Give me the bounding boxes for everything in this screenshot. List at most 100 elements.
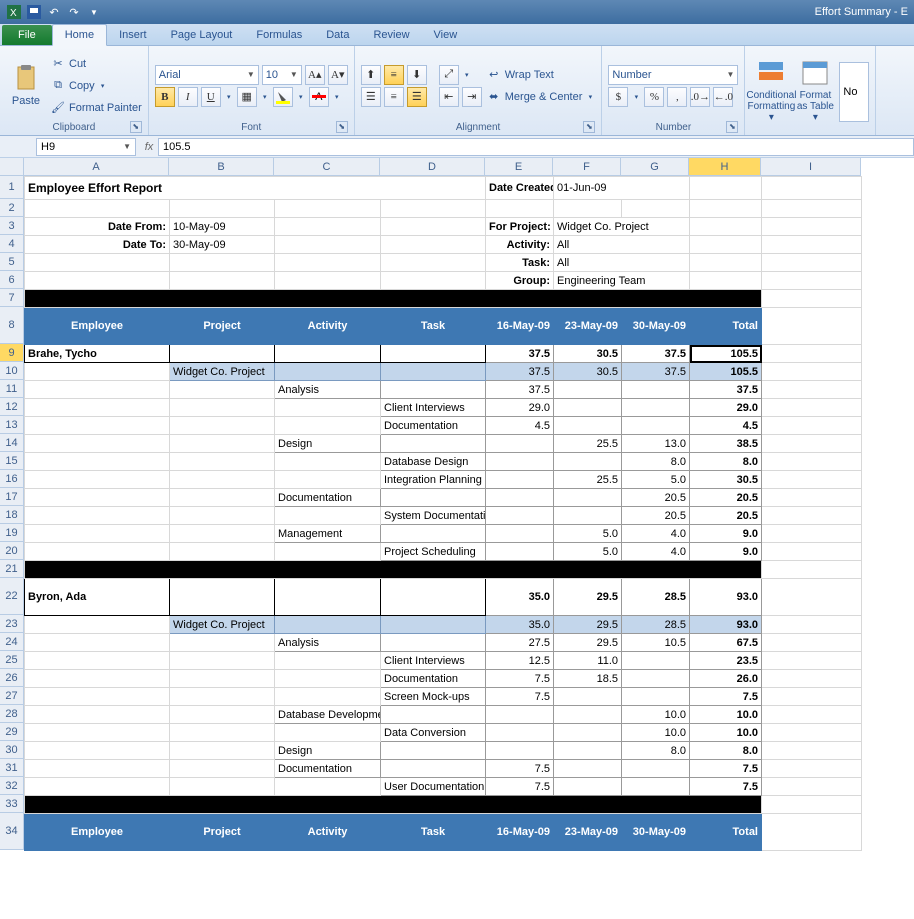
cell-styles-partial[interactable]: No xyxy=(839,62,869,122)
cell[interactable] xyxy=(381,200,486,218)
cell[interactable] xyxy=(622,381,690,399)
cell[interactable]: 20.5 xyxy=(622,507,690,525)
cell[interactable] xyxy=(690,254,762,272)
cell[interactable]: 4.5 xyxy=(690,417,762,435)
cell[interactable]: All xyxy=(554,254,690,272)
cell[interactable] xyxy=(170,634,275,652)
cell[interactable] xyxy=(381,381,486,399)
cell[interactable]: 29.0 xyxy=(690,399,762,417)
cell[interactable] xyxy=(170,706,275,724)
currency-button[interactable]: $ xyxy=(608,87,628,107)
cell[interactable]: User Documentation xyxy=(381,778,486,796)
cell[interactable] xyxy=(622,417,690,435)
cell[interactable] xyxy=(381,634,486,652)
cell[interactable] xyxy=(170,688,275,706)
cell[interactable] xyxy=(690,236,762,254)
cell[interactable] xyxy=(554,489,622,507)
cell[interactable] xyxy=(762,778,862,796)
cell[interactable] xyxy=(170,381,275,399)
increase-font-button[interactable]: A▴ xyxy=(305,65,325,85)
cell[interactable]: Analysis xyxy=(275,634,381,652)
cell[interactable] xyxy=(25,272,170,290)
cell[interactable]: 5.0 xyxy=(554,543,622,561)
row-header-3[interactable]: 3 xyxy=(0,217,24,235)
tab-page-layout[interactable]: Page Layout xyxy=(159,25,245,45)
name-box[interactable]: H9▼ xyxy=(36,138,136,156)
cell[interactable]: 30.5 xyxy=(554,345,622,363)
cell[interactable]: Database Development xyxy=(275,706,381,724)
cell[interactable] xyxy=(25,489,170,507)
cell[interactable] xyxy=(762,579,862,616)
cell[interactable]: 29.5 xyxy=(554,579,622,616)
cell[interactable]: Employee Effort Report xyxy=(25,177,381,200)
format-painter-button[interactable]: 🖌Format Painter xyxy=(50,98,142,118)
cell[interactable]: 10-May-09 xyxy=(170,218,275,236)
cell[interactable] xyxy=(762,236,862,254)
cell[interactable]: Date From: xyxy=(25,218,170,236)
cell[interactable]: 105.5 xyxy=(690,363,762,381)
cell[interactable] xyxy=(25,778,170,796)
cell[interactable] xyxy=(25,688,170,706)
cell[interactable] xyxy=(381,435,486,453)
cell[interactable] xyxy=(762,453,862,471)
row-header-34[interactable]: 34 xyxy=(0,813,24,850)
row-header-2[interactable]: 2 xyxy=(0,199,24,217)
cell[interactable] xyxy=(170,670,275,688)
cell[interactable]: Management xyxy=(275,525,381,543)
cell[interactable] xyxy=(275,417,381,435)
cell[interactable]: 29.5 xyxy=(554,616,622,634)
cell[interactable]: Project xyxy=(170,308,275,345)
tab-review[interactable]: Review xyxy=(361,25,421,45)
percent-button[interactable]: % xyxy=(644,87,664,107)
tab-file[interactable]: File xyxy=(2,25,52,45)
cell[interactable] xyxy=(762,272,862,290)
cell[interactable]: Project Scheduling xyxy=(381,543,486,561)
cell[interactable]: All xyxy=(554,236,690,254)
cell[interactable] xyxy=(762,489,862,507)
cell[interactable]: Total xyxy=(690,308,762,345)
cell[interactable] xyxy=(486,724,554,742)
cell[interactable]: 25.5 xyxy=(554,435,622,453)
cell[interactable] xyxy=(381,177,486,200)
cell[interactable]: 37.5 xyxy=(486,345,554,363)
cell[interactable] xyxy=(275,507,381,525)
row-header-1[interactable]: 1 xyxy=(0,176,24,199)
cell[interactable] xyxy=(762,760,862,778)
paste-button[interactable]: Paste xyxy=(6,50,46,121)
cell[interactable] xyxy=(25,616,170,634)
cell[interactable]: 4.0 xyxy=(622,525,690,543)
row-header-9[interactable]: 9 xyxy=(0,344,24,362)
cell[interactable]: 12.5 xyxy=(486,652,554,670)
cell[interactable]: 01-Jun-09 xyxy=(554,177,690,200)
col-header-E[interactable]: E xyxy=(485,158,553,176)
cell[interactable]: Documentation xyxy=(275,489,381,507)
cell[interactable]: 20.5 xyxy=(690,489,762,507)
cell[interactable]: 23-May-09 xyxy=(554,308,622,345)
cell[interactable] xyxy=(25,471,170,489)
row-header-20[interactable]: 20 xyxy=(0,542,24,560)
cell[interactable]: Data Conversion xyxy=(381,724,486,742)
qat-dropdown-icon[interactable]: ▼ xyxy=(86,4,102,20)
cell[interactable] xyxy=(275,471,381,489)
cell[interactable] xyxy=(554,200,622,218)
cell[interactable]: System Documentation xyxy=(381,507,486,525)
cell[interactable] xyxy=(486,453,554,471)
cell[interactable]: 8.0 xyxy=(622,742,690,760)
fill-color-button[interactable] xyxy=(273,87,293,107)
cell[interactable]: 35.0 xyxy=(486,616,554,634)
cell[interactable] xyxy=(170,778,275,796)
cell[interactable] xyxy=(275,345,381,363)
cell[interactable] xyxy=(690,272,762,290)
cell[interactable]: 23-May-09 xyxy=(554,814,622,851)
cell[interactable]: 25.5 xyxy=(554,471,622,489)
cell[interactable] xyxy=(275,453,381,471)
cell[interactable] xyxy=(275,688,381,706)
cell[interactable]: 20.5 xyxy=(690,507,762,525)
row-header-33[interactable]: 33 xyxy=(0,795,24,813)
cell[interactable] xyxy=(170,724,275,742)
row-header-4[interactable]: 4 xyxy=(0,235,24,253)
cell[interactable] xyxy=(275,652,381,670)
increase-indent-button[interactable]: ⇥ xyxy=(462,87,482,107)
cell[interactable]: 30-May-09 xyxy=(170,236,275,254)
cell[interactable]: Total xyxy=(690,814,762,851)
